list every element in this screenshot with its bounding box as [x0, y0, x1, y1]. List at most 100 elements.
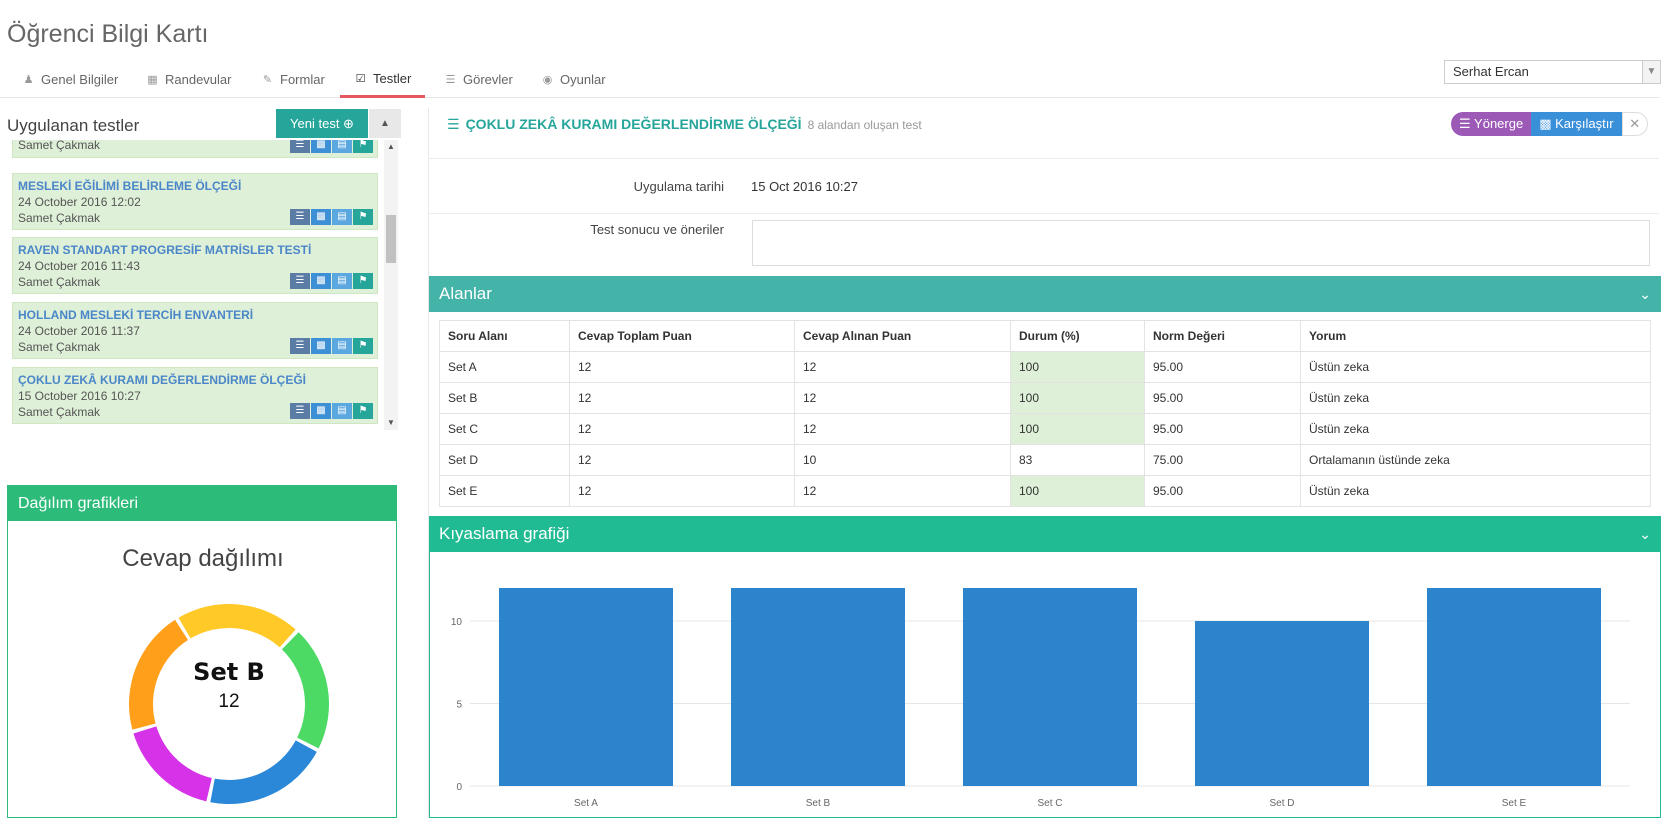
tab-genel-bilgiler[interactable]: ♟ Genel Bilgiler [8, 62, 132, 98]
column-header: Cevap Alınan Puan [794, 320, 1011, 352]
table-cell: Set A [439, 351, 570, 383]
new-test-button[interactable]: Yeni test ⊕ [276, 109, 368, 138]
donut-title: Cevap dağılımı [122, 545, 284, 572]
comparison-header[interactable]: Kıyaslama grafiği ⌄ [429, 516, 1661, 552]
bar-set-d[interactable] [1195, 621, 1369, 786]
karsilastir-button[interactable]: ▩ Karşılaştır [1531, 112, 1622, 136]
sliders-icon: ☰ [447, 116, 460, 132]
table-cell: Üstün zeka [1300, 475, 1651, 507]
chevron-down-icon[interactable]: ⌄ [1639, 276, 1651, 312]
tab-testler[interactable]: ☑ Testler [340, 62, 426, 98]
areas-title: Alanlar [439, 284, 492, 303]
table-cell: 100 [1010, 351, 1145, 383]
tab-formlar[interactable]: ✎ Formlar [247, 62, 339, 98]
table-cell: 95.00 [1144, 475, 1301, 507]
signpost-icon: ☰ [1459, 116, 1471, 131]
pdf-icon[interactable]: ▤ [332, 209, 352, 225]
test-actions: ☰ Yönerge ▩ Karşılaştır ✕ [1451, 112, 1648, 136]
collapse-up-icon[interactable]: ▲ [369, 109, 401, 138]
table-header-row: Soru Alanı Cevap Toplam Puan Cevap Alına… [439, 320, 1651, 352]
flag-icon[interactable]: ⚑ [353, 273, 373, 289]
tab-label: Testler [373, 70, 412, 86]
list-item[interactable]: MESLEKİ EĞİLİMİ BELİRLEME ÖLÇEĞİ 24 Octo… [12, 173, 378, 230]
table-row: Set E 12 12 100 95.00 Üstün zeka [439, 475, 1651, 507]
y-tick-label: 10 [451, 617, 463, 628]
gamepad-icon: ◉ [542, 74, 553, 86]
donut-segment-set-a[interactable] [178, 604, 296, 648]
list-item[interactable]: Samet Çakmak ☰ ▩ ▤ ⚑ [12, 140, 378, 158]
x-tick-label: Set C [1037, 798, 1062, 809]
tab-label: Görevler [463, 72, 513, 87]
donut-segment-set-d[interactable] [133, 726, 212, 802]
bar-set-a[interactable] [499, 588, 673, 786]
list-icon[interactable]: ☰ [290, 338, 310, 354]
yonerge-button[interactable]: ☰ Yönerge [1451, 112, 1532, 136]
table-row: Set D 12 10 83 75.00 Ortalamanın üstünde… [439, 444, 1651, 476]
test-list-scrollbar[interactable]: ▲ ▼ [384, 140, 398, 430]
bar-chart-icon: ▩ [1539, 116, 1552, 131]
bar-chart-icon[interactable]: ▩ [311, 140, 331, 153]
test-name[interactable]: MESLEKİ EĞİLİMİ BELİRLEME ÖLÇEĞİ [18, 178, 372, 194]
table-cell: Üstün zeka [1300, 413, 1651, 445]
test-detail-panel: ☰ ÇOKLU ZEKÂ KURAMI DEĞERLENDİRME ÖLÇEĞİ… [428, 108, 1661, 818]
distribution-header: Dağılım grafikleri [8, 486, 396, 521]
pdf-icon[interactable]: ▤ [332, 338, 352, 354]
test-name[interactable]: RAVEN STANDART PROGRESİF MATRİSLER TESTİ [18, 242, 372, 258]
close-button[interactable]: ✕ [1621, 112, 1648, 136]
list-item[interactable]: HOLLAND MESLEKİ TERCİH ENVANTERİ 24 Octo… [12, 302, 378, 359]
table-cell: 12 [569, 382, 795, 414]
scroll-up-icon[interactable]: ▲ [384, 140, 398, 154]
result-label: Test sonucu ve öneriler [590, 222, 724, 237]
chevron-down-icon[interactable]: ▼ [1642, 61, 1660, 83]
table-cell: 100 [1010, 413, 1145, 445]
bar-chart-icon[interactable]: ▩ [311, 209, 331, 225]
x-tick-label: Set E [1502, 798, 1527, 809]
list-icon[interactable]: ☰ [290, 209, 310, 225]
bar-set-e[interactable] [1427, 588, 1601, 786]
test-date: 24 October 2016 12:02 [18, 195, 141, 209]
pdf-icon[interactable]: ▤ [332, 273, 352, 289]
list-item[interactable]: RAVEN STANDART PROGRESİF MATRİSLER TESTİ… [12, 237, 378, 294]
tab-randevular[interactable]: ▦ Randevular [132, 62, 246, 98]
bar-chart-icon[interactable]: ▩ [311, 403, 331, 419]
test-name[interactable]: ÇOKLU ZEKÂ KURAMI DEĞERLENDİRME ÖLÇEĞİ [18, 372, 372, 388]
scroll-thumb[interactable] [386, 215, 396, 263]
areas-header[interactable]: Alanlar ⌄ [429, 276, 1661, 312]
donut-segment-set-c[interactable] [210, 740, 317, 804]
bar-chart-icon[interactable]: ▩ [311, 273, 331, 289]
user-select[interactable]: Serhat Ercan ▼ [1444, 60, 1661, 84]
flag-icon[interactable]: ⚑ [353, 209, 373, 225]
result-textarea[interactable] [752, 220, 1650, 266]
flag-icon[interactable]: ⚑ [353, 140, 373, 153]
tab-gorevler[interactable]: ☰ Görevler [430, 62, 527, 98]
tab-oyunlar[interactable]: ◉ Oyunlar [527, 62, 620, 98]
test-name[interactable]: HOLLAND MESLEKİ TERCİH ENVANTERİ [18, 307, 372, 323]
list-icon[interactable]: ☰ [290, 140, 310, 153]
table-cell: 83 [1010, 444, 1145, 476]
bar-chart-icon[interactable]: ▩ [311, 338, 331, 354]
tab-label: Formlar [280, 72, 325, 87]
table-cell: 12 [794, 382, 1011, 414]
table-cell: 12 [794, 351, 1011, 383]
table-cell: 12 [569, 444, 795, 476]
x-tick-label: Set D [1269, 798, 1294, 809]
x-tick-label: Set B [806, 798, 831, 809]
table-cell: 12 [794, 413, 1011, 445]
list-item[interactable]: ÇOKLU ZEKÂ KURAMI DEĞERLENDİRME ÖLÇEĞİ 1… [12, 367, 378, 424]
user-select-value: Serhat Ercan [1453, 64, 1529, 79]
list-icon[interactable]: ☰ [290, 273, 310, 289]
table-cell: 100 [1010, 475, 1145, 507]
test-user: Samet Çakmak [18, 140, 101, 152]
table-cell: 12 [569, 351, 795, 383]
table-cell: Set B [439, 382, 570, 414]
pdf-icon[interactable]: ▤ [332, 403, 352, 419]
flag-icon[interactable]: ⚑ [353, 403, 373, 419]
table-cell: 12 [794, 475, 1011, 507]
bar-set-b[interactable] [731, 588, 905, 786]
chevron-down-icon[interactable]: ⌄ [1639, 516, 1651, 552]
scroll-down-icon[interactable]: ▼ [384, 416, 398, 430]
bar-set-c[interactable] [963, 588, 1137, 786]
list-icon[interactable]: ☰ [290, 403, 310, 419]
pdf-icon[interactable]: ▤ [332, 140, 352, 153]
flag-icon[interactable]: ⚑ [353, 338, 373, 354]
